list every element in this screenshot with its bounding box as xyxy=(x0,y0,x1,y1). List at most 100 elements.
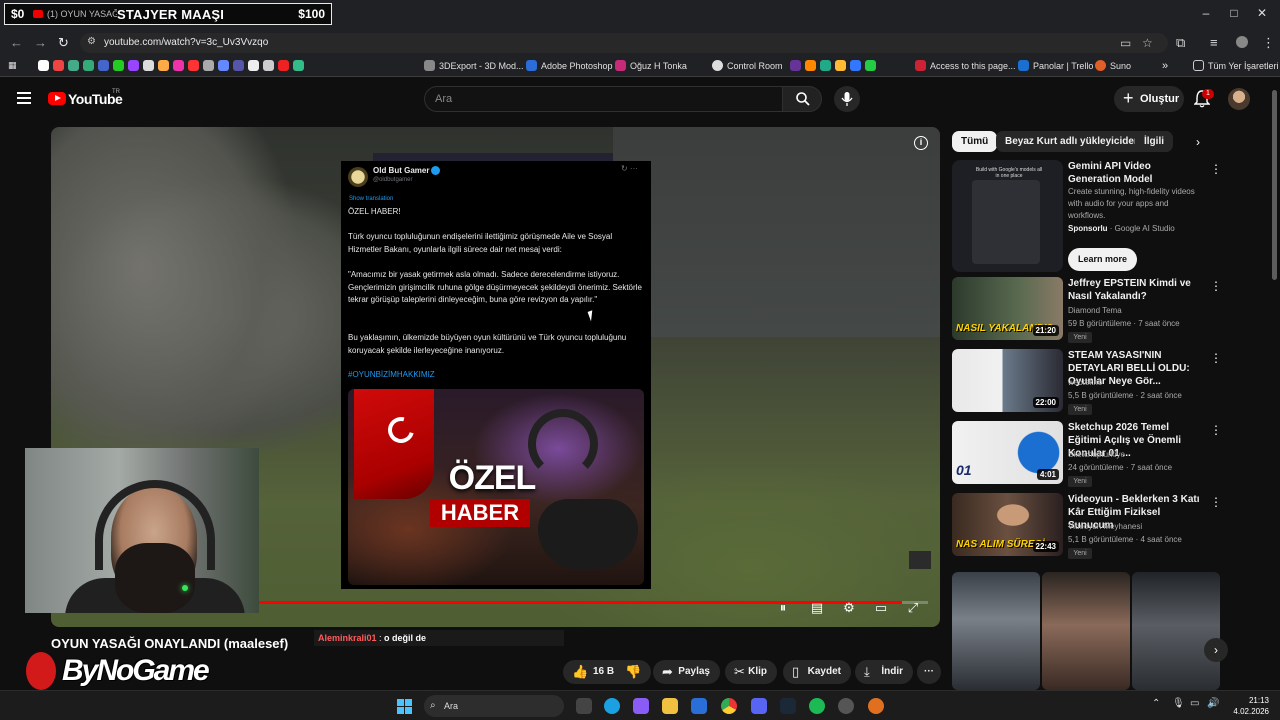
short-thumbnail[interactable] xyxy=(1132,572,1220,690)
hamburger-menu-icon[interactable] xyxy=(17,92,31,104)
video-thumbnail[interactable]: 22:00 xyxy=(952,349,1063,412)
blender-icon[interactable] xyxy=(868,698,884,714)
kick-icon[interactable] xyxy=(113,60,124,71)
bookmark-app-icon[interactable] xyxy=(850,60,861,71)
capcut-icon[interactable] xyxy=(263,60,274,71)
browser-menu-icon[interactable]: ⋮ xyxy=(1262,35,1275,51)
dislike-button[interactable]: 👎 xyxy=(615,660,645,684)
info-icon[interactable]: i xyxy=(914,136,928,150)
pause-icon[interactable]: ⏸ xyxy=(775,601,791,615)
ad-thumbnail[interactable]: Build with Google's models all in one pl… xyxy=(952,160,1063,272)
bookmark-app-icon[interactable] xyxy=(820,60,831,71)
shorts-next-chevron-icon[interactable]: › xyxy=(1204,638,1228,662)
drive-icon[interactable] xyxy=(83,60,94,71)
account-avatar[interactable] xyxy=(1228,88,1250,110)
cast-icon[interactable]: ▭ xyxy=(1120,36,1131,50)
mail-icon[interactable] xyxy=(691,698,707,714)
bookmark-photoshop[interactable]: Adobe Photoshop xyxy=(526,60,613,71)
video-title-link[interactable]: Jeffrey EPSTEIN Kimdi ve Nasıl Yakalandı… xyxy=(1068,277,1204,303)
chrome-icon[interactable] xyxy=(721,698,737,714)
more-actions-button[interactable]: ··· xyxy=(917,660,941,684)
tray-chevron-icon[interactable]: ⌃ xyxy=(1152,698,1168,714)
voice-search-button[interactable] xyxy=(834,86,860,112)
video-thumbnail[interactable]: NAS ALIM SÜRECİ 22:43 xyxy=(952,493,1063,556)
save-button[interactable]: ▯ Kaydet xyxy=(783,660,851,684)
channel-name[interactable]: Sketchupturkiye xyxy=(1068,450,1125,459)
whatsapp-icon[interactable] xyxy=(865,60,876,71)
bookmark-star-icon[interactable]: ☆ xyxy=(1142,36,1153,50)
discord-icon[interactable] xyxy=(751,698,767,714)
ad-title[interactable]: Gemini API Video Generation Model xyxy=(1068,160,1204,186)
windows-start-icon[interactable] xyxy=(397,699,412,714)
search-button[interactable] xyxy=(782,86,822,112)
steam-icon[interactable] xyxy=(780,698,796,714)
forward-arrow-icon[interactable]: → xyxy=(34,35,47,50)
theater-mode-icon[interactable]: ▭ xyxy=(873,601,889,615)
create-button[interactable]: Oluştur xyxy=(1114,85,1184,112)
site-info-icon[interactable]: ⚙ xyxy=(87,36,96,47)
more-bookmarks-chevron-icon[interactable]: » xyxy=(1162,60,1168,72)
download-button[interactable]: ⤓ İndir xyxy=(855,660,913,684)
ad-more-icon[interactable]: ⋮ xyxy=(1210,162,1222,176)
short-thumbnail[interactable] xyxy=(1042,572,1130,690)
file-explorer-icon[interactable] xyxy=(662,698,678,714)
edge-icon[interactable] xyxy=(604,698,620,714)
bookmark-control-room[interactable]: Control Room xyxy=(712,60,783,71)
task-view-icon[interactable] xyxy=(576,698,592,714)
bookmark-app-icon[interactable] xyxy=(790,60,801,71)
network-icon[interactable]: ▭ xyxy=(1190,698,1206,714)
chip-from-uploader[interactable]: Beyaz Kurt adlı yükleyiciden xyxy=(996,131,1150,152)
twitch-icon[interactable] xyxy=(128,60,139,71)
omnibox[interactable]: ⚙ youtube.com/watch?v=3c_Uv3Vvzqo ▭ ☆ xyxy=(80,33,1168,53)
youtube-icon[interactable] xyxy=(188,60,199,71)
sheets-icon[interactable] xyxy=(293,60,304,71)
settings-gear-icon[interactable]: ⚙ xyxy=(841,601,857,615)
channel-name[interactable]: webtekno xyxy=(1068,378,1102,387)
volume-icon[interactable]: 🔊 xyxy=(1207,698,1223,714)
subtitles-icon[interactable]: ▤ xyxy=(809,601,825,615)
bookmark-app-icon[interactable] xyxy=(835,60,846,71)
docs-icon[interactable] xyxy=(98,60,109,71)
google-icon[interactable] xyxy=(38,60,49,71)
minimize-button[interactable]: – xyxy=(1196,6,1216,20)
gemini-icon[interactable] xyxy=(218,60,229,71)
video-thumbnail[interactable]: NASIL YAKALANDI? 21:20 xyxy=(952,277,1063,340)
bookmark-oguz-h-tonka[interactable]: Oğuz H Tonka xyxy=(615,60,687,71)
fullscreen-icon[interactable]: ⤢ xyxy=(905,601,921,615)
video-more-icon[interactable]: ⋮ xyxy=(1210,351,1222,365)
bookmark-app-icon[interactable] xyxy=(805,60,816,71)
bookmark-misc-icon[interactable] xyxy=(158,60,169,71)
profile-avatar-icon[interactable] xyxy=(1236,36,1248,48)
apps-grid-icon[interactable]: ▦ xyxy=(8,60,17,71)
video-more-icon[interactable]: ⋮ xyxy=(1210,423,1222,437)
taskbar-clock[interactable]: 21:13 4.02.2026 xyxy=(1225,695,1269,717)
channel-name[interactable]: Videoyun Meyhanesi xyxy=(1068,522,1142,531)
short-thumbnail[interactable] xyxy=(952,572,1040,690)
reload-icon[interactable]: ↻ xyxy=(58,35,69,51)
chip-related[interactable]: İlgili xyxy=(1135,131,1173,152)
video-more-icon[interactable]: ⋮ xyxy=(1210,279,1222,293)
microphone-tray-icon[interactable]: 🎙 xyxy=(1172,698,1188,714)
tab-search-icon[interactable]: ≡ xyxy=(1210,35,1218,50)
spotify-icon[interactable] xyxy=(809,698,825,714)
obs-icon[interactable] xyxy=(838,698,854,714)
search-input[interactable]: Ara xyxy=(424,86,782,112)
close-window-button[interactable]: ✕ xyxy=(1252,6,1272,20)
bookmark-3dexport[interactable]: 3DExport - 3D Mod... xyxy=(424,60,524,71)
x-icon[interactable] xyxy=(248,60,259,71)
extensions-icon[interactable]: ⧉ xyxy=(1176,35,1185,51)
video-thumbnail[interactable]: 01 4:01 xyxy=(952,421,1063,484)
share-button[interactable]: ➦ Paylaş xyxy=(653,660,720,684)
chip-all[interactable]: Tümü xyxy=(952,131,998,152)
instagram-icon[interactable] xyxy=(173,60,184,71)
page-scrollbar[interactable] xyxy=(1272,90,1277,280)
chatgpt-icon[interactable] xyxy=(203,60,214,71)
bookmark-trello[interactable]: Panolar | Trello xyxy=(1018,60,1093,71)
bookmark-suno[interactable]: Suno xyxy=(1095,60,1131,71)
youtube-logo-icon[interactable] xyxy=(48,92,66,105)
gmail-icon[interactable] xyxy=(53,60,64,71)
video-more-icon[interactable]: ⋮ xyxy=(1210,495,1222,509)
chips-next-chevron-icon[interactable]: › xyxy=(1196,135,1200,149)
copilot-icon[interactable] xyxy=(633,698,649,714)
channel-name[interactable]: Diamond Tema xyxy=(1068,306,1122,315)
